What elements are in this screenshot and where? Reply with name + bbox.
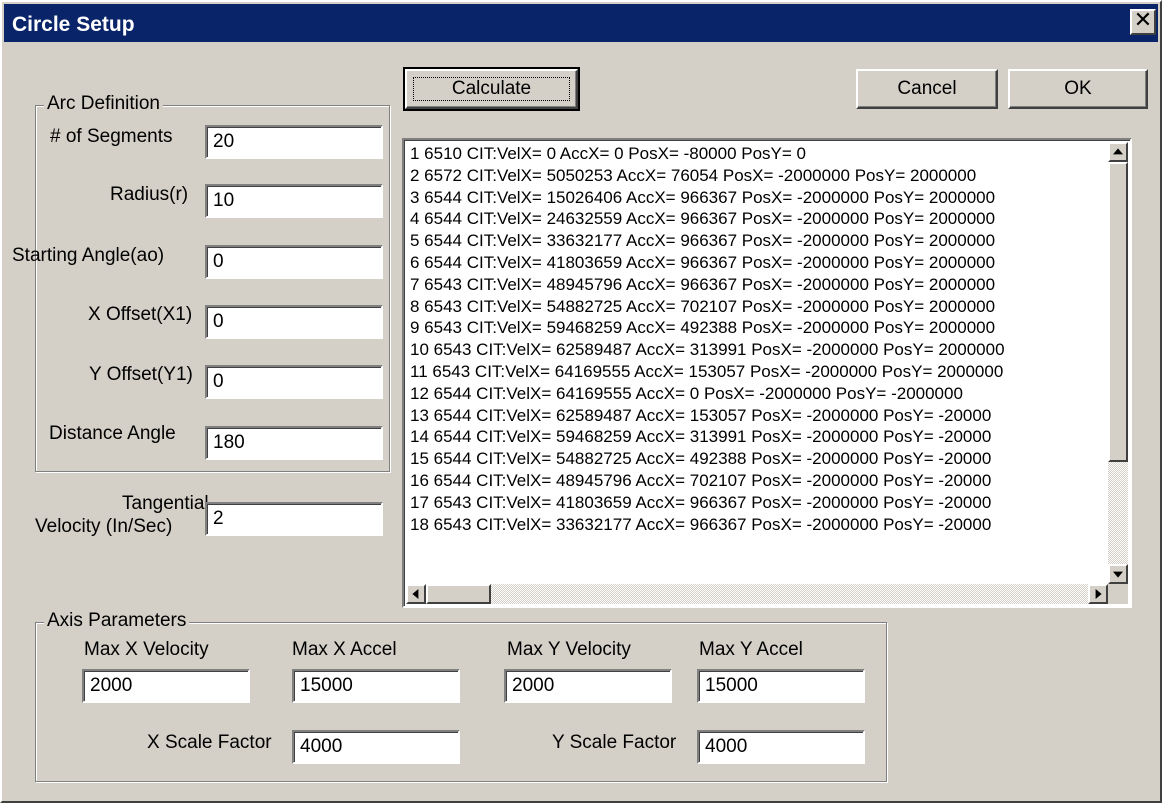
axis-parameters-title: Axis Parameters	[44, 610, 190, 632]
output-row[interactable]: 16 6544 CIT:VelX= 48945796 AccX= 702107 …	[410, 470, 1106, 492]
output-row[interactable]: 14 6544 CIT:VelX= 59468259 AccX= 313991 …	[410, 426, 1106, 448]
output-row[interactable]: 5 6544 CIT:VelX= 33632177 AccX= 966367 P…	[410, 230, 1106, 252]
y-scale-factor-field[interactable]: 4000	[697, 730, 865, 764]
output-rows: 1 6510 CIT:VelX= 0 AccX= 0 PosX= -80000 …	[410, 143, 1106, 582]
cancel-button-label: Cancel	[897, 78, 957, 99]
cancel-button[interactable]: Cancel	[856, 69, 998, 109]
tangential-label-line2: Velocity (In/Sec)	[35, 516, 173, 537]
output-row[interactable]: 17 6543 CIT:VelX= 41803659 AccX= 966367 …	[410, 492, 1106, 514]
arrow-down-icon	[1113, 571, 1123, 578]
arc-definition-group: Arc Definition	[35, 93, 390, 472]
ok-button-label: OK	[1064, 78, 1092, 99]
arrow-right-icon	[1095, 589, 1102, 599]
arrow-left-icon	[412, 589, 419, 599]
radius-field[interactable]: 10	[205, 184, 383, 218]
max-x-accel-label: Max X Accel	[292, 639, 397, 660]
radius-label: Radius(r)	[110, 184, 189, 205]
max-x-velocity-label: Max X Velocity	[84, 639, 209, 660]
y-scale-factor-label: Y Scale Factor	[552, 732, 677, 753]
output-listbox[interactable]: 1 6510 CIT:VelX= 0 AccX= 0 PosX= -80000 …	[402, 138, 1132, 608]
ok-button[interactable]: OK	[1008, 69, 1148, 109]
x-offset-field[interactable]: 0	[205, 305, 383, 339]
output-row[interactable]: 8 6543 CIT:VelX= 54882725 AccX= 702107 P…	[410, 296, 1106, 318]
output-row[interactable]: 18 6543 CIT:VelX= 33632177 AccX= 966367 …	[410, 514, 1106, 536]
max-x-accel-field[interactable]: 15000	[292, 669, 460, 703]
scroll-left-button[interactable]	[406, 584, 426, 604]
x-scale-factor-label: X Scale Factor	[147, 732, 272, 753]
max-x-velocity-field[interactable]: 2000	[82, 669, 250, 703]
scroll-up-button[interactable]	[1108, 142, 1128, 162]
x-offset-label: X Offset(X1)	[88, 304, 193, 325]
output-row[interactable]: 1 6510 CIT:VelX= 0 AccX= 0 PosX= -80000 …	[410, 143, 1106, 165]
output-row[interactable]: 13 6544 CIT:VelX= 62589487 AccX= 153057 …	[410, 405, 1106, 427]
scroll-right-button[interactable]	[1088, 584, 1108, 604]
max-y-velocity-label: Max Y Velocity	[507, 639, 631, 660]
arc-definition-title: Arc Definition	[44, 93, 163, 115]
output-row[interactable]: 4 6544 CIT:VelX= 24632559 AccX= 966367 P…	[410, 208, 1106, 230]
vertical-scroll-thumb[interactable]	[1108, 162, 1128, 462]
starting-angle-label: Starting Angle(ao)	[12, 245, 165, 266]
output-row[interactable]: 7 6543 CIT:VelX= 48945796 AccX= 966367 P…	[410, 274, 1106, 296]
output-row[interactable]: 11 6543 CIT:VelX= 64169555 AccX= 153057 …	[410, 361, 1106, 383]
calculate-button-label: Calculate	[451, 78, 532, 99]
max-y-accel-field[interactable]: 15000	[697, 669, 865, 703]
window-title: Circle Setup	[12, 13, 135, 36]
distance-angle-label: Distance Angle	[49, 423, 176, 444]
distance-angle-field[interactable]: 180	[205, 426, 383, 460]
segments-field[interactable]: 20	[205, 125, 383, 159]
y-offset-field[interactable]: 0	[205, 365, 383, 399]
max-y-accel-label: Max Y Accel	[699, 639, 803, 660]
scroll-down-button[interactable]	[1108, 564, 1128, 584]
y-offset-label: Y Offset(Y1)	[89, 364, 193, 385]
segments-label: # of Segments	[50, 126, 173, 147]
output-row[interactable]: 10 6543 CIT:VelX= 62589487 AccX= 313991 …	[410, 339, 1106, 361]
horizontal-scroll-thumb[interactable]	[426, 584, 491, 604]
circle-setup-dialog: Circle Setup ✕ Calculate Cancel OK Arc D…	[0, 0, 1162, 803]
output-row[interactable]: 6 6544 CIT:VelX= 41803659 AccX= 966367 P…	[410, 252, 1106, 274]
output-row[interactable]: 15 6544 CIT:VelX= 54882725 AccX= 492388 …	[410, 448, 1106, 470]
output-row[interactable]: 3 6544 CIT:VelX= 15026406 AccX= 966367 P…	[410, 187, 1106, 209]
arrow-up-icon	[1113, 148, 1123, 155]
output-row[interactable]: 9 6543 CIT:VelX= 59468259 AccX= 492388 P…	[410, 317, 1106, 339]
tangential-velocity-field[interactable]: 2	[205, 502, 383, 536]
horizontal-scrollbar[interactable]	[406, 584, 1108, 604]
close-icon: ✕	[1133, 8, 1153, 33]
close-button[interactable]: ✕	[1130, 9, 1156, 35]
calculate-button[interactable]: Calculate	[403, 67, 580, 111]
title-bar[interactable]: Circle Setup ✕	[4, 4, 1158, 42]
scrollbar-corner	[1108, 584, 1128, 604]
tangential-label-line1: Tangential	[122, 493, 209, 514]
output-row[interactable]: 12 6544 CIT:VelX= 64169555 AccX= 0 PosX=…	[410, 383, 1106, 405]
starting-angle-field[interactable]: 0	[205, 245, 383, 279]
max-y-velocity-field[interactable]: 2000	[504, 669, 672, 703]
x-scale-factor-field[interactable]: 4000	[292, 730, 460, 764]
vertical-scrollbar[interactable]	[1108, 142, 1128, 584]
output-row[interactable]: 2 6572 CIT:VelX= 5050253 AccX= 76054 Pos…	[410, 165, 1106, 187]
